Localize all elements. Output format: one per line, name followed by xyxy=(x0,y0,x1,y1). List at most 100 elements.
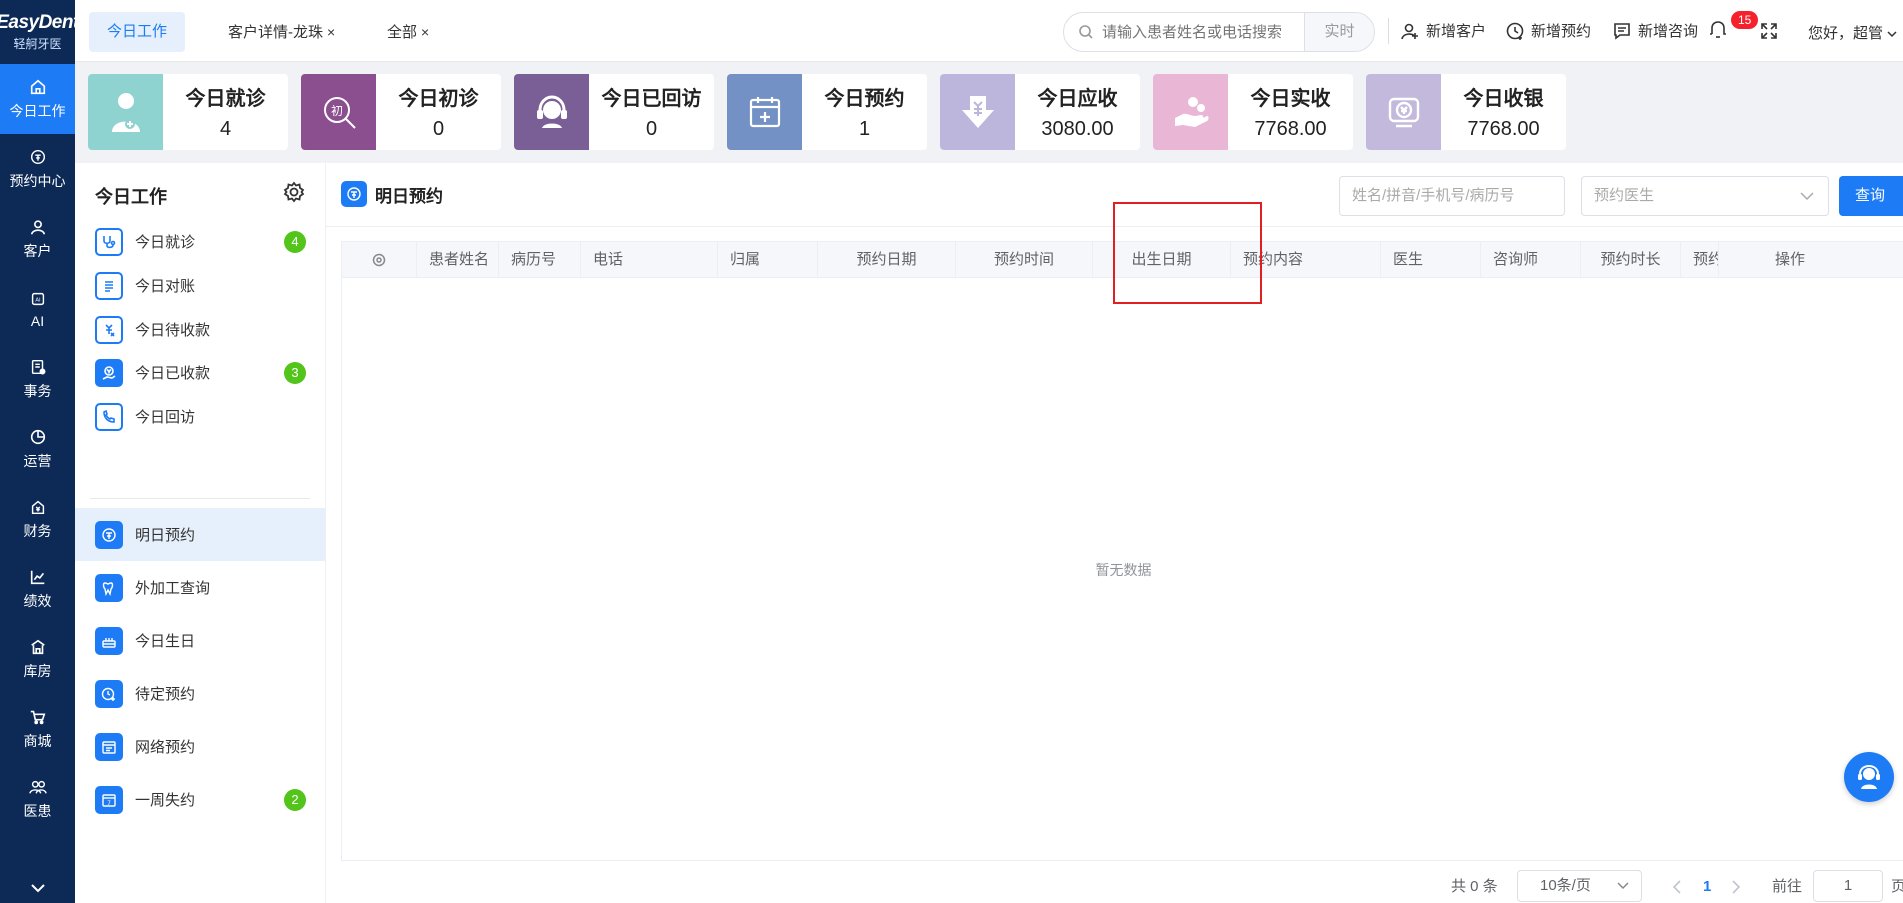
realtime-button[interactable]: 实时 xyxy=(1304,13,1374,51)
add-appointment-button[interactable]: 新增预约 xyxy=(1505,20,1591,41)
appointment-icon xyxy=(341,181,367,207)
nav-item-affairs[interactable]: 事务 xyxy=(0,344,75,414)
menu-item-birthdays[interactable]: 今日生日 xyxy=(75,614,325,667)
stat-card-cashier[interactable]: 今日收银 7768.00 xyxy=(1366,74,1566,150)
patient-search-input[interactable] xyxy=(1102,21,1292,43)
menu-item-label: 今日已收款 xyxy=(135,365,211,382)
stat-card-first-visits[interactable]: 初 今日初诊 0 xyxy=(301,74,501,150)
count-badge: 4 xyxy=(284,230,306,253)
stat-title: 今日收银 xyxy=(1463,88,1544,110)
chevron-down-icon xyxy=(30,884,45,893)
query-button[interactable]: 查询 xyxy=(1839,176,1903,216)
stat-card-received[interactable]: 今日实收 7768.00 xyxy=(1153,74,1353,150)
column-header-consultant[interactable]: 咨询师 xyxy=(1481,242,1581,278)
menu-item-external-processing[interactable]: 外加工查询 xyxy=(75,561,325,614)
column-header-appointment-truncated[interactable]: 预约 xyxy=(1681,242,1719,278)
nav-item-operation[interactable]: 运营 xyxy=(0,414,75,484)
people-icon xyxy=(28,780,47,794)
stat-title: 今日应收 xyxy=(1037,88,1118,110)
nav-item-today-work[interactable]: 今日工作 xyxy=(0,64,75,134)
week-calendar-icon: 7 xyxy=(95,785,123,814)
customer-service-button[interactable] xyxy=(1844,752,1894,802)
user-menu[interactable]: 您好，超管 xyxy=(1808,22,1897,43)
stat-title: 今日预约 xyxy=(824,88,905,110)
tab-today-work[interactable]: 今日工作 xyxy=(89,12,186,52)
top-bar: 今日工作 客户详情-龙珠× 全部× 实时 新增客户 新增预约 新增咨询 15 您… xyxy=(75,0,1903,62)
menu-item-label: 今日生日 xyxy=(135,633,196,650)
nav-item-customer[interactable]: 客户 xyxy=(0,204,75,274)
goto-label: 前往 xyxy=(1772,878,1803,895)
current-page[interactable]: 1 xyxy=(1703,872,1711,902)
nav-item-ai[interactable]: AI AI xyxy=(0,274,75,344)
menu-item-label: 外加工查询 xyxy=(135,580,211,597)
menu-item-weekly-no-shows[interactable]: 7 一周失约 2 xyxy=(75,773,325,826)
trend-icon xyxy=(30,570,44,584)
column-header-doctor[interactable]: 医生 xyxy=(1381,242,1481,278)
web-calendar-icon xyxy=(95,732,123,761)
nav-item-mall[interactable]: 商城 xyxy=(0,694,75,764)
nav-item-finance[interactable]: 财务 xyxy=(0,484,75,554)
greeting-text: 您好，超管 xyxy=(1808,25,1884,42)
tab-customer-detail[interactable]: 客户详情-龙珠 × xyxy=(228,12,335,52)
nav-item-performance[interactable]: 绩效 xyxy=(0,554,75,624)
column-settings-header[interactable] xyxy=(342,242,417,278)
tab-close-icon[interactable]: × xyxy=(327,24,335,40)
nav-item-label: AI xyxy=(30,312,45,329)
stat-icon-box xyxy=(88,74,163,150)
column-header-appointment-date[interactable]: 预约日期 xyxy=(818,242,956,278)
column-header-duration[interactable]: 预约时长 xyxy=(1581,242,1681,278)
nav-item-doctor-patient[interactable]: 医患 xyxy=(0,764,75,834)
brand-subtitle: 轻舸牙医 xyxy=(13,37,62,51)
menu-item-tomorrow-appointments[interactable]: 明日预约 xyxy=(75,508,325,561)
home-icon xyxy=(30,79,45,94)
next-page-icon[interactable] xyxy=(1731,880,1741,894)
stat-card-appointments[interactable]: 今日预约 1 xyxy=(727,74,927,150)
stat-card-followups[interactable]: 今日已回访 0 xyxy=(514,74,714,150)
nav-item-warehouse[interactable]: 库房 xyxy=(0,624,75,694)
nav-item-appointment-center[interactable]: 预约中心 xyxy=(0,134,75,204)
prev-page-icon[interactable] xyxy=(1672,880,1682,894)
column-header-appointment-time[interactable]: 预约时间 xyxy=(956,242,1093,278)
column-header-affiliation[interactable]: 归属 xyxy=(718,242,818,278)
paid-icon xyxy=(95,358,123,387)
add-appointment-label: 新增预约 xyxy=(1531,23,1592,40)
pie-icon xyxy=(30,429,45,444)
nav-item-label: 医患 xyxy=(23,802,52,819)
bell-icon[interactable] xyxy=(1707,18,1729,40)
fullscreen-icon[interactable] xyxy=(1760,22,1778,40)
stat-value: 7768.00 xyxy=(1467,118,1540,140)
add-consultation-button[interactable]: 新增咨询 xyxy=(1612,20,1698,41)
cashier-icon xyxy=(1388,97,1419,128)
patient-search: 实时 xyxy=(1063,12,1375,52)
add-customer-button[interactable]: 新增客户 xyxy=(1400,20,1486,41)
patient-filter-input[interactable]: 姓名/拼音/手机号/病历号 xyxy=(1339,176,1565,216)
doctor-select[interactable]: 预约医生 xyxy=(1581,176,1829,216)
pagination-total: 共 0 条 xyxy=(1451,878,1498,895)
menu-item-pending-appointments[interactable]: 待定预约 xyxy=(75,667,325,720)
stat-card-today-visits[interactable]: 今日就诊 4 xyxy=(88,74,288,150)
column-header-patient-name[interactable]: 患者姓名 xyxy=(417,242,499,278)
column-header-record-no[interactable]: 病历号 xyxy=(499,242,581,278)
menu-item-online-appointments[interactable]: 网络预约 xyxy=(75,720,325,773)
tab-all[interactable]: 全部 × xyxy=(387,12,429,52)
page-size-select[interactable]: 10条/页 xyxy=(1517,870,1642,902)
stat-icon-box: 初 xyxy=(301,74,376,150)
count-badge: 2 xyxy=(284,788,306,811)
appointment-icon xyxy=(30,149,45,164)
stat-card-receivable[interactable]: 今日应收 3080.00 xyxy=(940,74,1140,150)
finance-icon xyxy=(31,500,44,514)
tab-close-icon[interactable]: × xyxy=(421,24,429,40)
page-size-value: 10条/页 xyxy=(1540,877,1591,894)
received-icon xyxy=(1174,97,1208,127)
brand-logo: EasyDent 轻舸牙医 xyxy=(0,0,79,64)
nav-expand-button[interactable] xyxy=(0,873,75,903)
ai-chip-icon: AI xyxy=(31,292,44,305)
calendar-icon xyxy=(749,97,780,128)
goto-page-input[interactable]: 1 xyxy=(1813,870,1883,902)
stat-value: 0 xyxy=(645,118,658,140)
menu-item-followup[interactable]: 今日回访 xyxy=(75,390,325,443)
gear-icon[interactable] xyxy=(283,181,305,203)
stat-title: 今日实收 xyxy=(1250,88,1331,110)
column-header-actions: 操作 xyxy=(1775,251,1806,268)
column-header-phone[interactable]: 电话 xyxy=(581,242,718,278)
